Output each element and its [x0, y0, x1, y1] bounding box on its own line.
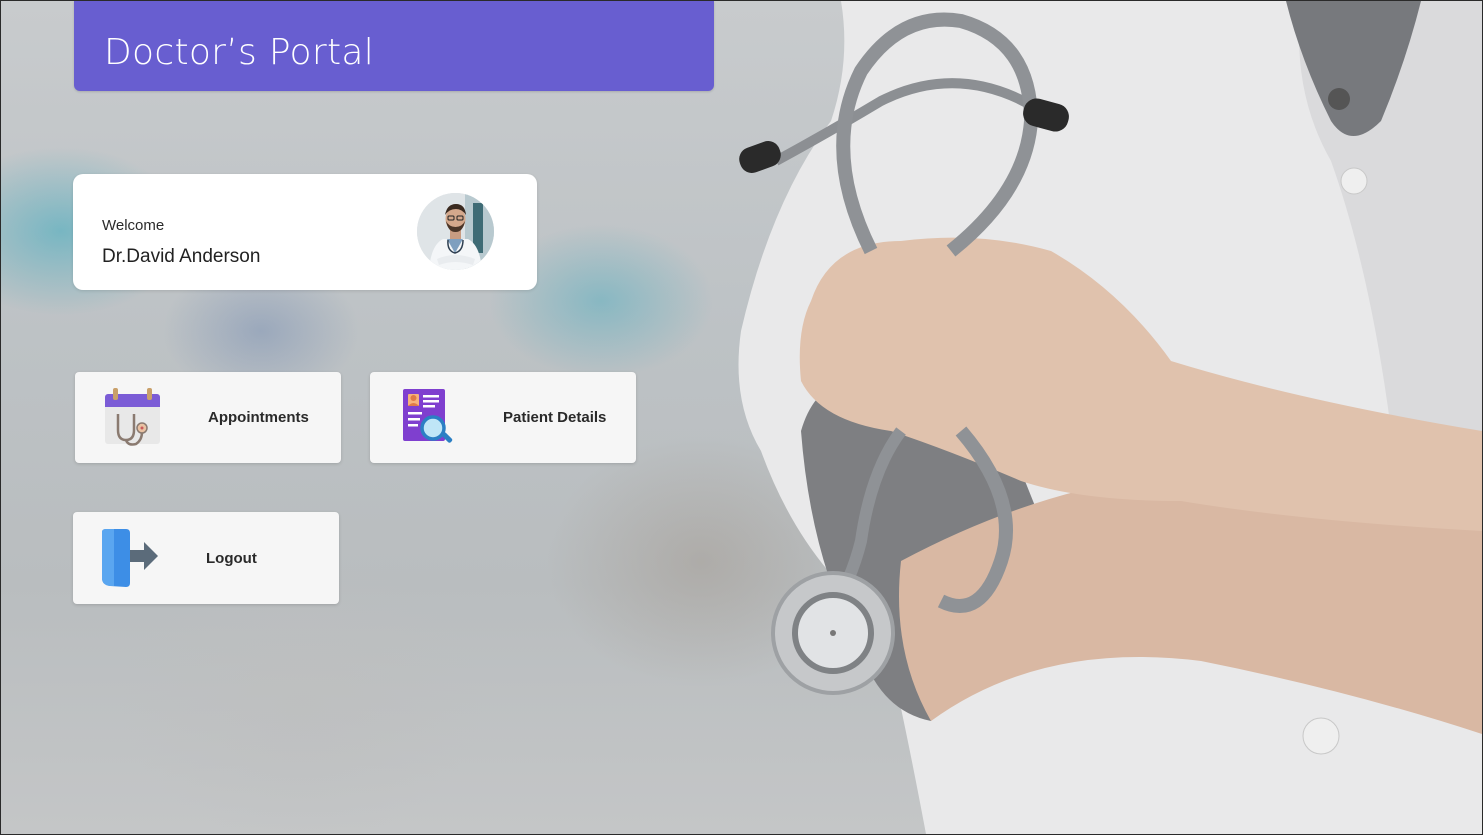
logout-label: Logout — [206, 550, 257, 567]
doctor-portal-screen: Doctor’s Portal Welcome Dr.David Anderso… — [0, 0, 1483, 835]
page-title: Doctor’s Portal — [104, 32, 375, 73]
doctor-avatar-icon — [417, 193, 494, 270]
logout-door-arrow-icon — [100, 528, 162, 590]
patient-details-button[interactable]: Patient Details — [370, 372, 636, 463]
avatar — [417, 193, 494, 270]
welcome-card: Welcome Dr.David Anderson — [73, 174, 537, 290]
appointments-button[interactable]: Appointments — [75, 372, 341, 463]
patient-details-label: Patient Details — [503, 409, 607, 426]
patient-record-search-icon — [402, 388, 454, 448]
logout-button[interactable]: Logout — [73, 512, 339, 604]
calendar-stethoscope-icon — [104, 388, 162, 448]
portal-header: Doctor’s Portal — [74, 1, 714, 91]
doctor-name: Dr.David Anderson — [102, 246, 261, 267]
welcome-label: Welcome — [102, 217, 165, 234]
appointments-label: Appointments — [208, 409, 309, 426]
